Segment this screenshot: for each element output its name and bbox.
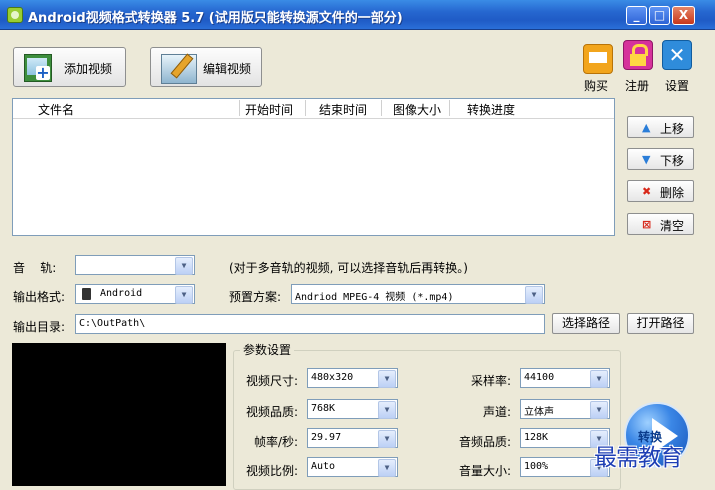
channel-select[interactable]: 立体声 ▼	[520, 399, 610, 419]
maximize-button[interactable]: □	[649, 6, 670, 25]
params-title: 参数设置	[240, 341, 295, 358]
move-down-button[interactable]: ▼ 下移	[627, 148, 694, 170]
edit-icon	[161, 54, 197, 84]
edit-video-label: 编辑视频	[203, 62, 252, 76]
fps-select[interactable]: 29.97 ▼	[307, 428, 398, 448]
column-end-time[interactable]: 结束时间	[319, 101, 367, 118]
column-image-size[interactable]: 图像大小	[393, 101, 441, 118]
output-dir-field[interactable]: C:\OutPath\	[75, 314, 545, 334]
aspect-value: Auto	[311, 461, 336, 472]
chevron-down-icon[interactable]: ▼	[378, 459, 396, 477]
delete-icon: ✖	[642, 185, 652, 198]
tools-icon[interactable]: ✕	[662, 40, 692, 70]
column-start-time[interactable]: 开始时间	[245, 101, 293, 118]
lock-icon[interactable]	[623, 40, 653, 70]
audio-track-label: 音 轨:	[13, 261, 57, 275]
move-up-button[interactable]: ▲ 上移	[627, 116, 694, 138]
register-label[interactable]: 注册	[625, 77, 649, 94]
phone-icon	[82, 288, 91, 300]
chevron-down-icon[interactable]: ▼	[378, 370, 396, 388]
chevron-down-icon[interactable]: ▼	[590, 401, 608, 419]
output-dir-label: 输出目录:	[13, 320, 66, 334]
sample-rate-select[interactable]: 44100 ▼	[520, 368, 610, 388]
minimize-button[interactable]: _	[626, 6, 647, 25]
video-size-select[interactable]: 480x320 ▼	[307, 368, 398, 388]
fps-label: 帧率/秒:	[254, 435, 299, 449]
sample-rate-value: 44100	[524, 372, 555, 383]
volume-label: 音量大小:	[459, 464, 512, 478]
window-title: Android视频格式转换器 5.7 (试用版只能转换源文件的一部分)	[28, 11, 403, 26]
app-icon	[7, 7, 23, 23]
audio-track-hint: (对于多音轨的视频, 可以选择音轨后再转换。)	[229, 261, 468, 275]
arrow-up-icon: ▲	[642, 121, 651, 134]
output-format-value: Android	[100, 288, 143, 299]
add-video-label: 添加视频	[64, 62, 113, 76]
file-list[interactable]: 文件名 开始时间 结束时间 图像大小 转换进度	[12, 98, 615, 236]
sample-rate-label: 采样率:	[471, 374, 512, 388]
chevron-down-icon[interactable]: ▼	[175, 286, 193, 304]
video-size-value: 480x320	[311, 372, 354, 383]
edit-video-button[interactable]: 编辑视频	[150, 47, 262, 87]
plus-icon: +	[36, 63, 50, 82]
clear-button[interactable]: ⊠ 清空	[627, 213, 694, 235]
column-divider	[381, 100, 382, 116]
move-up-label: 上移	[660, 122, 685, 136]
column-divider	[239, 100, 240, 116]
video-preview	[12, 343, 226, 486]
chevron-down-icon[interactable]: ▼	[525, 286, 543, 304]
buy-label[interactable]: 购买	[584, 77, 608, 94]
audio-quality-label: 音频品质:	[459, 435, 512, 449]
clear-label: 清空	[660, 219, 685, 233]
chevron-down-icon[interactable]: ▼	[378, 401, 396, 419]
column-divider	[449, 100, 450, 116]
aspect-select[interactable]: Auto ▼	[307, 457, 398, 477]
chevron-down-icon[interactable]: ▼	[175, 257, 193, 275]
video-quality-select[interactable]: 768K ▼	[307, 399, 398, 419]
column-divider	[305, 100, 306, 116]
move-down-label: 下移	[660, 154, 685, 168]
fps-value: 29.97	[311, 432, 342, 443]
video-quality-value: 768K	[311, 403, 336, 414]
delete-label: 删除	[660, 186, 685, 200]
chevron-down-icon[interactable]: ▼	[590, 370, 608, 388]
close-button[interactable]: X	[672, 6, 695, 25]
channel-label: 声道:	[483, 405, 512, 419]
title-bar[interactable]: Android视频格式转换器 5.7 (试用版只能转换源文件的一部分) _ □ …	[0, 0, 715, 30]
video-quality-label: 视频品质:	[246, 405, 299, 419]
choose-path-button[interactable]: 选择路径	[552, 313, 620, 334]
volume-value: 100%	[524, 461, 549, 472]
chevron-down-icon[interactable]: ▼	[378, 430, 396, 448]
aspect-label: 视频比例:	[246, 464, 299, 478]
channel-value: 立体声	[524, 407, 554, 418]
add-video-button[interactable]: + 添加视频	[13, 47, 126, 87]
settings-label[interactable]: 设置	[665, 77, 689, 94]
cart-icon[interactable]	[583, 44, 613, 74]
delete-button[interactable]: ✖ 删除	[627, 180, 694, 202]
video-size-label: 视频尺寸:	[246, 374, 299, 388]
column-progress[interactable]: 转换进度	[467, 101, 515, 118]
clear-icon: ⊠	[642, 218, 652, 231]
column-filename[interactable]: 文件名	[38, 101, 74, 118]
open-path-button[interactable]: 打开路径	[627, 313, 694, 334]
audio-track-select[interactable]: ▼	[75, 255, 195, 275]
list-header: 文件名 开始时间 结束时间 图像大小 转换进度	[13, 99, 614, 119]
output-format-label: 输出格式:	[13, 290, 66, 304]
preset-label: 预置方案:	[229, 290, 282, 304]
arrow-down-icon: ▼	[642, 153, 651, 166]
watermark: 最需教育	[594, 445, 683, 471]
output-format-select[interactable]: Android ▼	[75, 284, 195, 304]
preset-select[interactable]: Andriod MPEG-4 视频 (*.mp4) ▼	[291, 284, 545, 304]
output-dir-value: C:\OutPath\	[79, 318, 146, 329]
audio-quality-value: 128K	[524, 432, 549, 443]
preset-value: Andriod MPEG-4 视频 (*.mp4)	[295, 292, 454, 303]
